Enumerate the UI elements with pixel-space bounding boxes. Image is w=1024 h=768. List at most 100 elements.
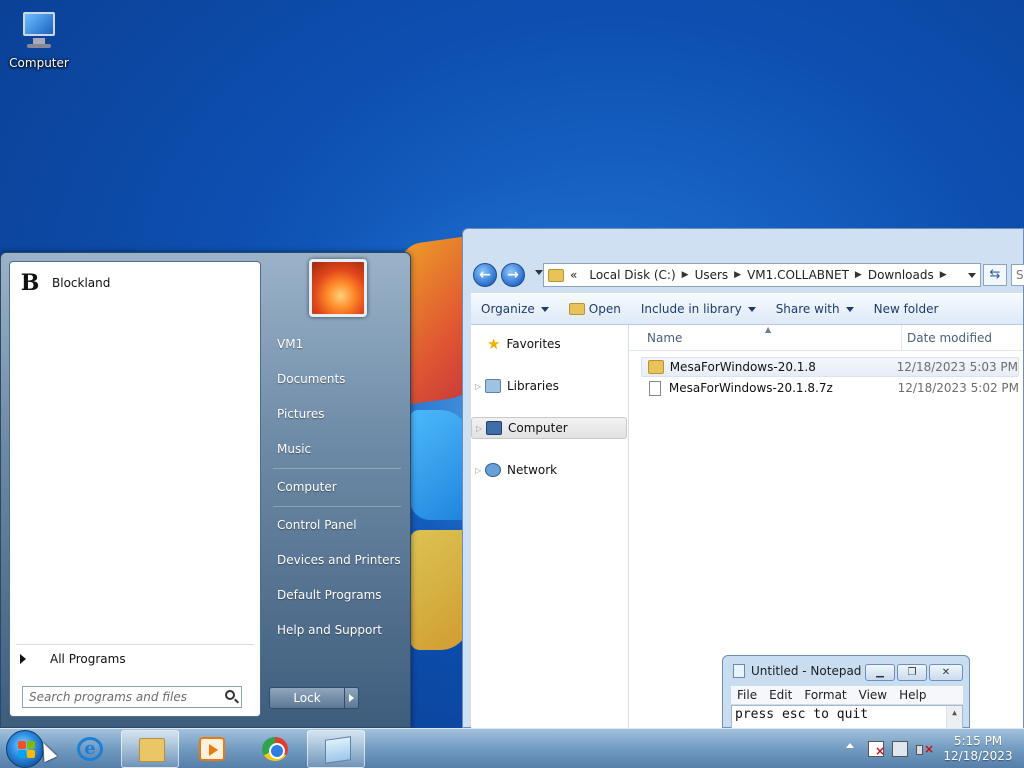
link-default-programs[interactable]: Default Programs: [277, 588, 382, 602]
link-pictures[interactable]: Pictures: [277, 407, 325, 421]
open-button[interactable]: Open: [559, 302, 631, 316]
address-dropdown[interactable]: [968, 272, 976, 278]
expand-arrow-icon[interactable]: ▷: [475, 382, 485, 391]
computer-icon: [486, 421, 502, 435]
program-blockland[interactable]: B Blockland: [18, 270, 111, 296]
link-user[interactable]: VM1: [277, 337, 303, 351]
link-control-panel[interactable]: Control Panel: [277, 518, 357, 532]
clock-time: 5:15 PM: [953, 734, 1003, 748]
link-devices-printers[interactable]: Devices and Printers: [277, 553, 401, 567]
address-row: ← → « Local Disk (C:) ▶ Users ▶ VM1.COLL…: [471, 261, 1024, 289]
taskbar-windows-explorer[interactable]: [121, 730, 179, 768]
file-row[interactable]: MesaForWindows-20.1.8.7z 12/18/2023 5:02…: [641, 378, 1019, 398]
chevron-right-icon[interactable]: ▶: [734, 270, 741, 280]
network-icon[interactable]: [892, 741, 908, 757]
lock-button[interactable]: Lock: [269, 687, 345, 709]
menu-format[interactable]: Format: [798, 688, 852, 702]
menu-file[interactable]: File: [731, 688, 763, 702]
start-search-input[interactable]: Search programs and files: [22, 686, 242, 708]
link-music[interactable]: Music: [277, 442, 311, 456]
arrow-right-icon: [20, 654, 26, 664]
include-in-library-button[interactable]: Include in library: [631, 302, 766, 316]
taskbar-chrome[interactable]: [245, 730, 303, 768]
breadcrumb-local-disk[interactable]: Local Disk (C:): [589, 268, 675, 282]
all-programs-button[interactable]: All Programs: [20, 652, 126, 666]
libraries-icon: [485, 379, 501, 393]
notepad-text-area[interactable]: press esc to quit ▲: [731, 705, 963, 729]
address-bar[interactable]: « Local Disk (C:) ▶ Users ▶ VM1.COLLABNE…: [543, 263, 981, 287]
restore-button[interactable]: ❐: [897, 664, 927, 681]
network-icon: [485, 463, 501, 477]
column-name[interactable]: Name: [647, 331, 682, 345]
expand-arrow-icon[interactable]: ▷: [475, 466, 485, 475]
wallpaper-logo-blue: [410, 410, 470, 520]
breadcrumb-users[interactable]: Users: [695, 268, 729, 282]
explorer-window: ← → « Local Disk (C:) ▶ Users ▶ VM1.COLL…: [462, 228, 1024, 729]
shutdown-options-button[interactable]: [345, 687, 359, 709]
navigation-pane: ★ Favorites ▷ Libraries ▷ Computer ▷ Net…: [471, 325, 629, 729]
start-menu-programs: B Blockland All Programs Search programs…: [9, 261, 261, 717]
folder-icon: [548, 268, 564, 282]
taskbar-internet-explorer[interactable]: e: [60, 730, 118, 768]
file-row[interactable]: MesaForWindows-20.1.8 12/18/2023 5:03 PM: [641, 357, 1019, 377]
refresh-button[interactable]: ⇆: [983, 264, 1007, 286]
share-with-button[interactable]: Share with: [766, 302, 864, 316]
taskbar-notepad[interactable]: [307, 730, 365, 768]
taskbar-media-player[interactable]: [182, 730, 240, 768]
start-menu: B Blockland All Programs Search programs…: [0, 252, 411, 728]
new-folder-button[interactable]: New folder: [864, 302, 949, 316]
sort-ascending-icon: ▲: [765, 325, 772, 334]
link-help-support[interactable]: Help and Support: [277, 623, 382, 637]
breadcrumb-user[interactable]: VM1.COLLABNET: [747, 268, 849, 282]
wallpaper-logo-yellow: [410, 530, 470, 650]
computer-icon: [17, 8, 61, 52]
star-icon: ★: [487, 335, 501, 353]
organize-button[interactable]: Organize: [471, 302, 559, 316]
show-hidden-icons[interactable]: [846, 743, 854, 748]
action-center-icon[interactable]: [868, 741, 885, 758]
chevron-down-icon: [747, 306, 756, 312]
link-documents[interactable]: Documents: [277, 372, 345, 386]
clock[interactable]: 5:15 PM 12/18/2023: [938, 734, 1018, 764]
volume-muted-icon[interactable]: [916, 741, 934, 757]
menu-view[interactable]: View: [853, 688, 893, 702]
minimize-button[interactable]: ▁: [865, 664, 895, 681]
desktop-icon-label: Computer: [9, 56, 69, 70]
file-icon: [649, 380, 661, 396]
chevron-right-icon[interactable]: ▶: [682, 270, 689, 280]
nav-item-network[interactable]: ▷ Network: [471, 459, 627, 481]
desktop-icon-computer[interactable]: Computer: [8, 8, 70, 70]
expand-arrow-icon[interactable]: ▷: [476, 424, 486, 433]
nav-item-computer[interactable]: ▷ Computer: [471, 417, 627, 439]
start-menu-links: VM1 Documents Pictures Music Computer Co…: [263, 253, 411, 729]
avatar[interactable]: [309, 259, 367, 317]
menu-help[interactable]: Help: [893, 688, 932, 702]
folder-icon: [139, 738, 165, 762]
link-computer[interactable]: Computer: [277, 480, 337, 494]
command-bar: Organize Open Include in library Share w…: [471, 293, 1023, 325]
menu-edit[interactable]: Edit: [763, 688, 798, 702]
scrollbar[interactable]: ▲: [946, 706, 962, 728]
breadcrumb-prefix[interactable]: «: [570, 268, 577, 282]
forward-button[interactable]: →: [501, 263, 525, 287]
chevron-right-icon[interactable]: ▶: [940, 270, 947, 280]
search-input[interactable]: S: [1011, 264, 1024, 286]
blockland-icon: B: [20, 270, 40, 296]
nav-item-favorites[interactable]: ★ Favorites: [471, 333, 627, 355]
notepad-window: Untitled - Notepad ▁ ❐ ✕ File Edit Forma…: [722, 655, 970, 729]
history-dropdown[interactable]: [535, 270, 543, 275]
column-date-modified[interactable]: Date modified: [907, 331, 992, 345]
media-player-icon: [199, 737, 225, 761]
open-folder-icon: [568, 303, 585, 315]
notepad-menubar: File Edit Format View Help: [731, 686, 963, 704]
chevron-down-icon: [845, 306, 854, 312]
back-button[interactable]: ←: [473, 263, 497, 287]
folder-icon: [648, 360, 664, 374]
chevron-right-icon[interactable]: ▶: [855, 270, 862, 280]
breadcrumb-downloads[interactable]: Downloads: [868, 268, 934, 282]
close-button[interactable]: ✕: [929, 664, 963, 681]
clock-date: 12/18/2023: [943, 749, 1013, 763]
nav-item-libraries[interactable]: ▷ Libraries: [471, 375, 627, 397]
column-headers: ▲ Name Date modified: [629, 325, 1023, 351]
system-tray: 5:15 PM 12/18/2023: [840, 729, 1024, 768]
